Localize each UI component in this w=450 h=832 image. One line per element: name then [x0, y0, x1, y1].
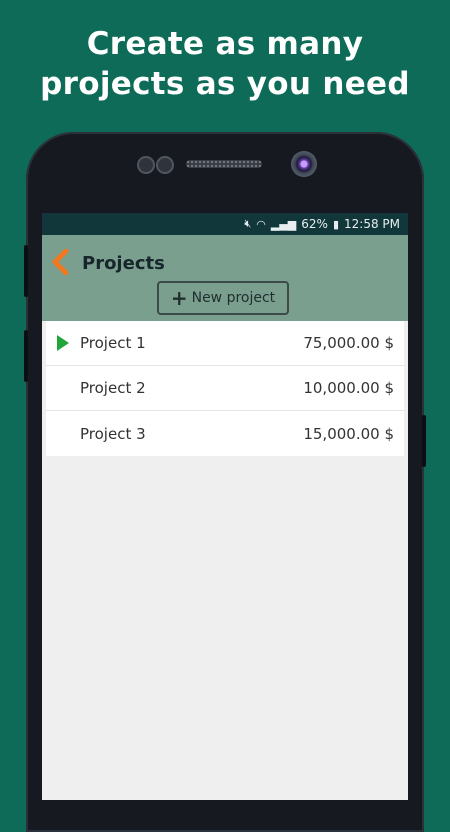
volume-button	[24, 245, 28, 297]
earpiece-speaker	[186, 160, 262, 168]
project-amount: 15,000.00 $	[303, 424, 394, 443]
power-button	[422, 415, 426, 467]
marker-slot	[46, 335, 80, 351]
new-project-button[interactable]: + New project	[157, 281, 289, 315]
app-bar: Projects + New project	[42, 235, 408, 321]
project-list: Project 1 75,000.00 $ Project 2 10,000.0…	[46, 321, 404, 456]
chevron-left-icon[interactable]	[51, 248, 73, 276]
clock: 12:58 PM	[344, 217, 400, 231]
plus-icon: +	[170, 286, 188, 310]
project-row[interactable]: Project 1 75,000.00 $	[46, 321, 404, 366]
front-camera	[291, 151, 317, 177]
project-name: Project 2	[80, 379, 146, 397]
new-project-label: New project	[191, 290, 276, 306]
wifi-icon: ◠	[256, 217, 266, 231]
project-name: Project 1	[80, 334, 146, 352]
status-bar: 🔇︎ ◠ ▂▄▆ 62% ▮ 12:58 PM	[42, 213, 408, 235]
project-amount: 10,000.00 $	[303, 379, 394, 397]
play-arrow-icon	[57, 335, 69, 351]
sensor-left	[137, 156, 155, 174]
battery-percent: 62%	[301, 217, 328, 231]
signal-icon: ▂▄▆	[270, 217, 297, 231]
promo-line-2: projects as you need	[40, 66, 410, 102]
project-name: Project 3	[80, 424, 146, 443]
project-row[interactable]: Project 3 15,000.00 $	[46, 411, 404, 456]
bixby-button	[24, 330, 28, 382]
promo-headline: Create as many projects as you need	[0, 24, 450, 104]
sensor-right	[156, 156, 174, 174]
mute-icon: 🔇︎	[244, 217, 252, 230]
phone-screen: 🔇︎ ◠ ▂▄▆ 62% ▮ 12:58 PM Projects + New p…	[42, 213, 408, 800]
project-row[interactable]: Project 2 10,000.00 $	[46, 366, 404, 411]
promo-line-1: Create as many	[86, 26, 364, 62]
project-amount: 75,000.00 $	[303, 334, 394, 352]
page-title: Projects	[82, 253, 165, 274]
battery-icon: ▮	[332, 217, 339, 231]
